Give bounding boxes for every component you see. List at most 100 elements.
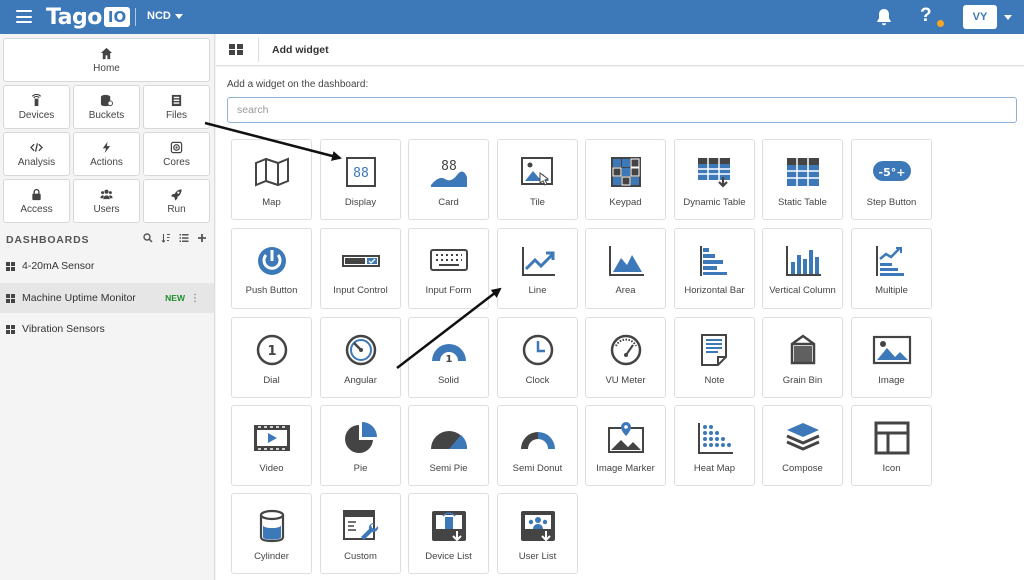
icon-widget-icon: [852, 420, 931, 456]
multiple-widget-icon: [852, 243, 931, 279]
widget-tile-heat-map[interactable]: Heat Map: [674, 405, 755, 486]
widget-tile-label: Pie: [353, 463, 368, 474]
widget-tile-image-marker[interactable]: Image Marker: [585, 405, 666, 486]
widget-tile-keypad[interactable]: Keypad: [585, 139, 666, 220]
dashboard-item[interactable]: Vibration Sensors: [0, 314, 214, 344]
input-control-widget-icon: [321, 243, 400, 279]
svg-text:1: 1: [267, 344, 276, 359]
widget-tile-line[interactable]: Line: [497, 228, 578, 309]
widget-tile-label: Multiple: [875, 285, 908, 296]
sidebar-item-actions[interactable]: Actions: [73, 132, 140, 176]
search-input[interactable]: [227, 97, 1017, 123]
widget-tile-device-list[interactable]: Device List: [408, 493, 489, 574]
widget-tile-area[interactable]: Area: [585, 228, 666, 309]
horizontal-bar-widget-icon: [675, 243, 754, 279]
widget-tile-grain-bin[interactable]: Grain Bin: [762, 317, 843, 398]
compose-widget-icon: [763, 420, 842, 456]
widget-tile-note[interactable]: Note: [674, 317, 755, 398]
widget-tile-label: Card: [438, 197, 459, 208]
widget-tile-label: Semi Pie: [429, 463, 468, 474]
heat-map-widget-icon: [675, 420, 754, 456]
menu-icon[interactable]: [16, 10, 32, 23]
sidebar-item-label: Users: [93, 203, 120, 215]
dashboard-tools: [143, 233, 207, 243]
widget-tile-vu-meter[interactable]: VU Meter: [585, 317, 666, 398]
widget-tile-dynamic-table[interactable]: Dynamic Table: [674, 139, 755, 220]
dashboard-item[interactable]: 4-20mA Sensor: [0, 251, 214, 281]
search-icon[interactable]: [143, 233, 153, 243]
widget-tile-cylinder[interactable]: Cylinder: [231, 493, 312, 574]
widget-tile-label: Compose: [782, 463, 823, 474]
widget-tile-label: Note: [704, 375, 725, 386]
chevron-down-icon[interactable]: [1004, 15, 1012, 20]
widget-tile-compose[interactable]: Compose: [762, 405, 843, 486]
line-widget-icon: [498, 243, 577, 279]
widget-tile-card[interactable]: 88 Card: [408, 139, 489, 220]
widget-tile-semi-donut[interactable]: Semi Donut: [497, 405, 578, 486]
list-icon[interactable]: [179, 233, 189, 243]
widget-tile-pie[interactable]: Pie: [320, 405, 401, 486]
keypad-widget-icon: [586, 154, 665, 190]
widget-tile-icon[interactable]: Icon: [851, 405, 932, 486]
widget-tile-step-button[interactable]: -5°+ Step Button: [851, 139, 932, 220]
dashboard-icon: [6, 324, 15, 334]
widget-tile-user-list[interactable]: User List: [497, 493, 578, 574]
org-selector[interactable]: NCD: [147, 10, 183, 22]
widget-tile-label: Static Table: [778, 197, 827, 208]
users-icon: [100, 189, 113, 199]
tile-widget-icon: [498, 154, 577, 190]
dashboard-item-active[interactable]: Machine Uptime Monitor NEW ⋮: [0, 283, 214, 313]
sidebar-item-devices[interactable]: Devices: [3, 85, 70, 129]
sidebar-item-users[interactable]: Users: [73, 179, 140, 223]
widget-tile-label: Dial: [263, 375, 280, 386]
device-list-widget-icon: [409, 508, 488, 544]
sidebar-item-files[interactable]: Files: [143, 85, 210, 129]
instruction-label: Add a widget on the dashboard:: [227, 79, 369, 90]
widget-tile-tile[interactable]: Tile: [497, 139, 578, 220]
widget-tile-label: Video: [259, 463, 284, 474]
sidebar-item-analysis[interactable]: Analysis: [3, 132, 70, 176]
sort-icon[interactable]: [161, 233, 171, 243]
notification-badge: [937, 20, 944, 27]
vu-meter-widget-icon: [586, 332, 665, 368]
sidebar-item-cores[interactable]: Cores: [143, 132, 210, 176]
add-icon[interactable]: [197, 233, 207, 243]
widget-tile-semi-pie[interactable]: Semi Pie: [408, 405, 489, 486]
widget-tile-angular[interactable]: Angular: [320, 317, 401, 398]
kebab-menu-icon[interactable]: ⋮: [190, 293, 200, 304]
widget-tile-label: Display: [344, 197, 377, 208]
widget-tile-display[interactable]: 88 Display: [320, 139, 401, 220]
widget-tile-input-form[interactable]: Input Form: [408, 228, 489, 309]
widget-tile-horizontal-bar[interactable]: Horizontal Bar: [674, 228, 755, 309]
widget-tile-static-table[interactable]: Static Table: [762, 139, 843, 220]
sidebar-item-access[interactable]: Access: [3, 179, 70, 223]
divider: [258, 38, 259, 62]
top-bar: Tago IO NCD ? VY: [0, 0, 1024, 34]
widget-tile-multiple[interactable]: Multiple: [851, 228, 932, 309]
widget-tile-image[interactable]: Image: [851, 317, 932, 398]
bell-icon[interactable]: [876, 8, 892, 26]
note-widget-icon: [675, 332, 754, 368]
sidebar-item-label: Cores: [163, 156, 190, 168]
dashboard-name: Machine Uptime Monitor: [22, 292, 136, 304]
sidebar-item-label: Home: [93, 62, 120, 74]
widget-tile-vertical-column[interactable]: Vertical Column: [762, 228, 843, 309]
widget-tile-push-button[interactable]: Push Button: [231, 228, 312, 309]
app-logo[interactable]: Tago IO: [46, 4, 131, 30]
widget-tile-label: Map: [262, 197, 281, 208]
widget-tile-solid[interactable]: 1 Solid: [408, 317, 489, 398]
sidebar-item-buckets[interactable]: Buckets: [73, 85, 140, 129]
widget-tile-label: User List: [518, 551, 557, 562]
widget-tile-label: Image: [878, 375, 905, 386]
widget-tile-clock[interactable]: Clock: [497, 317, 578, 398]
widget-tile-dial[interactable]: 1 Dial: [231, 317, 312, 398]
sidebar-item-home[interactable]: Home: [3, 38, 210, 82]
widget-tile-map[interactable]: Map: [231, 139, 312, 220]
help-icon[interactable]: ?: [920, 5, 932, 27]
avatar[interactable]: VY: [963, 5, 997, 29]
widget-tile-input-control[interactable]: Input Control: [320, 228, 401, 309]
pie-widget-icon: [321, 420, 400, 456]
widget-tile-video[interactable]: Video: [231, 405, 312, 486]
sidebar-item-run[interactable]: Run: [143, 179, 210, 223]
widget-tile-custom[interactable]: Custom: [320, 493, 401, 574]
